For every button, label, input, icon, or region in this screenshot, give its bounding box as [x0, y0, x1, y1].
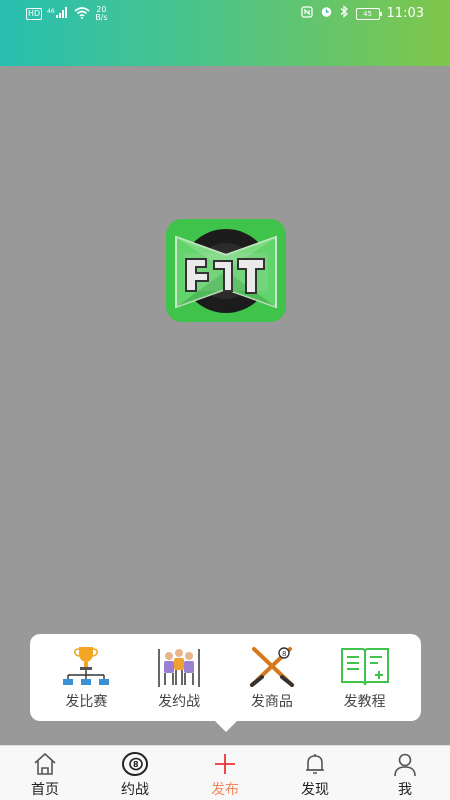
players-icon [158, 648, 200, 687]
tab-discover[interactable]: 发现 [270, 746, 360, 800]
net-speed: 20 B/s [95, 6, 107, 22]
publish-menu: 发比赛 发约战 8 发商品 发教程 [30, 634, 421, 721]
publish-match-button[interactable]: 发比赛 [46, 645, 126, 711]
person-icon [394, 753, 416, 777]
svg-text:8: 8 [282, 650, 286, 658]
publish-tutorial-label: 发教程 [343, 693, 386, 710]
eight-ball-icon: 8 [122, 752, 148, 776]
nfc-icon [300, 5, 313, 22]
tab-home[interactable]: 首页 [0, 746, 90, 800]
plus-icon [215, 754, 235, 774]
book-icon [340, 647, 389, 685]
tab-bar: 首页 8 约战 发布 发现 我 [0, 745, 450, 800]
bluetooth-icon [340, 5, 349, 22]
publish-goods-label: 发商品 [250, 693, 293, 710]
tab-publish-label: 发布 [211, 782, 239, 798]
publish-tutorial-button[interactable]: 发教程 [325, 645, 405, 711]
status-left: HD 46 20 B/s [26, 6, 108, 22]
tab-challenge-label: 约战 [121, 782, 149, 798]
status-right: 45 11:03 [300, 5, 424, 22]
battery-icon: 45 [355, 7, 382, 20]
svg-text:8: 8 [133, 760, 139, 769]
publish-challenge-label: 发约战 [158, 693, 201, 710]
tab-challenge[interactable]: 8 约战 [90, 746, 180, 800]
publish-challenge-button[interactable]: 发约战 [139, 645, 219, 711]
trophy-bracket-icon [63, 646, 110, 685]
clock: 11:03 [386, 6, 424, 21]
publish-match-label: 发比赛 [65, 693, 108, 710]
tab-home-label: 首页 [31, 782, 59, 798]
hd-badge: HD [26, 8, 43, 20]
tab-me[interactable]: 我 [360, 746, 450, 800]
crossed-cues-icon: 8 [249, 646, 294, 687]
publish-goods-button[interactable]: 8 发商品 [232, 645, 312, 711]
tab-publish[interactable]: 发布 [180, 746, 270, 800]
status-bar: HD 46 20 B/s 45 11:03 [0, 0, 450, 66]
tab-me-label: 我 [398, 782, 412, 798]
svg-text:46: 46 [47, 8, 55, 15]
net-speed-unit: B/s [95, 13, 108, 22]
app-logo [166, 219, 286, 322]
bell-icon [306, 754, 324, 774]
publish-menu-pointer [214, 720, 238, 732]
signal-icon: 46 [47, 6, 69, 22]
home-icon [34, 752, 56, 775]
wifi-icon [74, 6, 90, 22]
alarm-icon [320, 5, 333, 22]
tab-discover-label: 发现 [301, 782, 329, 798]
